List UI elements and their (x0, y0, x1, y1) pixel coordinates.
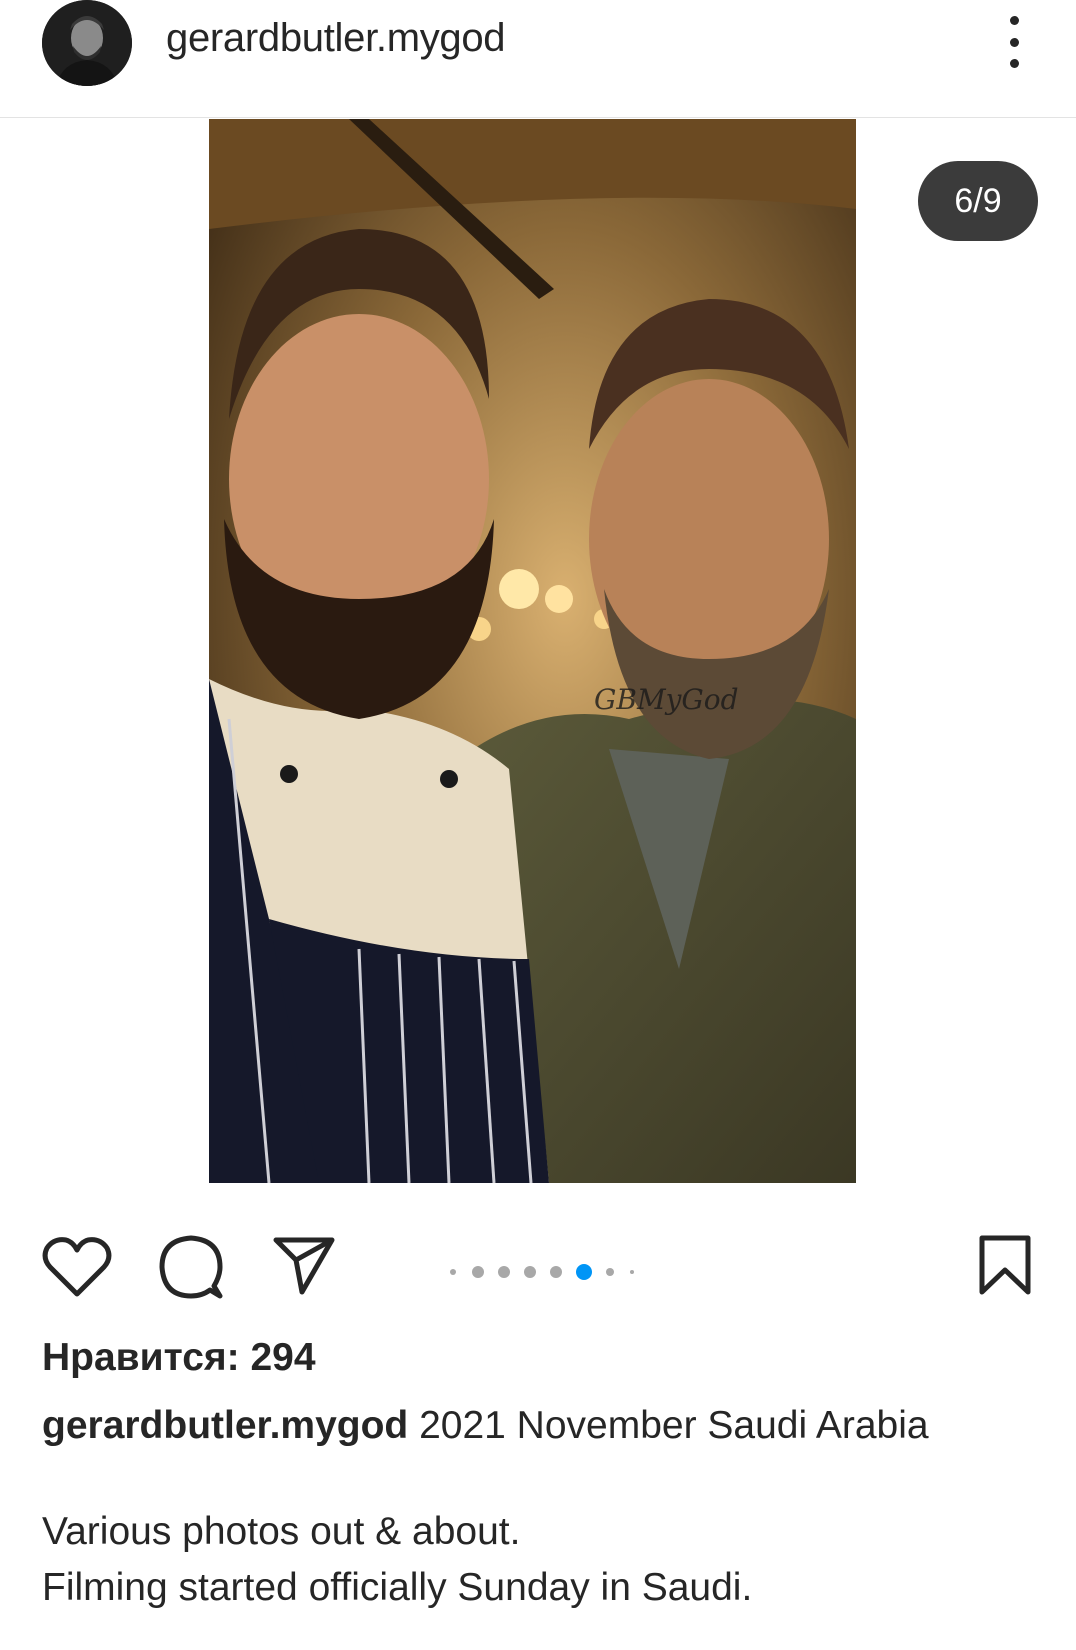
caption-line-2: Filming started officially Sunday in Sau… (42, 1566, 753, 1609)
caption-text: 2021 November Saudi Arabia (419, 1404, 929, 1447)
post-actions-bar (0, 1228, 1076, 1308)
carousel-indicator (450, 1262, 634, 1282)
likes-count[interactable]: Нравится: 294 (42, 1336, 316, 1380)
post-media[interactable]: GBMyGod 6/9 (0, 119, 1076, 1183)
more-options-icon[interactable] (1000, 16, 1028, 68)
avatar[interactable] (42, 0, 132, 86)
send-icon[interactable] (272, 1236, 336, 1296)
caption-body: Various photos out & about. Filming star… (42, 1504, 1042, 1616)
avatar-image (42, 0, 132, 86)
photo-watermark: GBMyGod (594, 683, 739, 716)
caption-username[interactable]: gerardbutler.mygod (42, 1404, 408, 1447)
post-header: gerardbutler.mygod (0, 0, 1076, 118)
post-author-username[interactable]: gerardbutler.mygod (166, 16, 506, 61)
post-caption: gerardbutler.mygod 2021 November Saudi A… (42, 1398, 1042, 1454)
carousel-dot-active (576, 1264, 592, 1280)
comment-icon[interactable] (158, 1234, 224, 1300)
image-counter-badge: 6/9 (918, 161, 1038, 241)
caption-line-1: Various photos out & about. (42, 1510, 521, 1553)
post-photo: GBMyGod (209, 119, 856, 1183)
bookmark-icon[interactable] (978, 1234, 1032, 1296)
heart-icon[interactable] (42, 1236, 112, 1300)
